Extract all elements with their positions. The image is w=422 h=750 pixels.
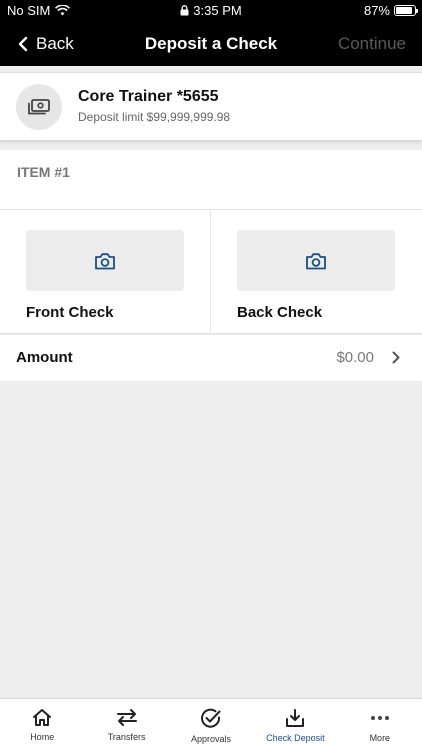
tab-home[interactable]: Home	[0, 699, 84, 750]
navigation-bar: Back Deposit a Check Continue	[0, 22, 422, 66]
back-check-column: Back Check	[211, 210, 422, 334]
tab-bar: Home Transfers Approvals Check Deposit M…	[0, 698, 422, 750]
check-capture-section: Front Check Back Check	[0, 210, 422, 334]
front-check-capture-button[interactable]	[26, 230, 184, 291]
check-circle-icon	[201, 708, 221, 728]
more-dots-icon	[370, 716, 389, 720]
tab-approvals-label: Approvals	[191, 734, 232, 744]
front-check-column: Front Check	[0, 210, 211, 334]
camera-icon	[95, 252, 115, 269]
item-title: ITEM #1	[17, 164, 70, 180]
tab-transfers[interactable]: Transfers	[84, 699, 168, 750]
amount-value: $0.00	[336, 349, 374, 366]
chevron-right-icon	[392, 351, 400, 364]
back-check-label: Back Check	[237, 304, 323, 321]
tab-check-deposit[interactable]: Check Deposit	[253, 699, 337, 750]
download-tray-icon	[286, 709, 305, 727]
battery-icon	[394, 5, 418, 16]
tab-check-deposit-label: Check Deposit	[266, 733, 325, 743]
amount-label: Amount	[16, 349, 73, 366]
home-icon	[33, 709, 52, 726]
tab-more-label: More	[369, 733, 391, 743]
lock-icon	[180, 5, 189, 16]
camera-icon	[306, 252, 326, 269]
tab-more[interactable]: More	[338, 699, 422, 750]
front-check-label: Front Check	[26, 304, 114, 321]
back-check-capture-button[interactable]	[237, 230, 395, 291]
battery-fill	[396, 7, 412, 14]
deposit-limit: Deposit limit $99,999,999.98	[78, 110, 231, 124]
clock: 3:35 PM	[193, 3, 242, 18]
tab-home-label: Home	[30, 732, 55, 742]
account-card: Core Trainer *5655 Deposit limit $99,999…	[0, 72, 422, 140]
tab-transfers-label: Transfers	[107, 732, 146, 742]
transfer-arrows-icon	[116, 709, 137, 726]
battery-percent: 87%	[363, 3, 390, 18]
account-name: Core Trainer *5655	[78, 88, 219, 105]
continue-button[interactable]: Continue	[338, 22, 406, 66]
cash-icon	[16, 84, 62, 130]
tab-approvals[interactable]: Approvals	[169, 699, 253, 750]
amount-row[interactable]: Amount $0.00	[0, 335, 422, 381]
status-bar: No SIM 3:35 PM 87%	[0, 0, 422, 22]
item-header: ITEM #1	[0, 150, 422, 210]
